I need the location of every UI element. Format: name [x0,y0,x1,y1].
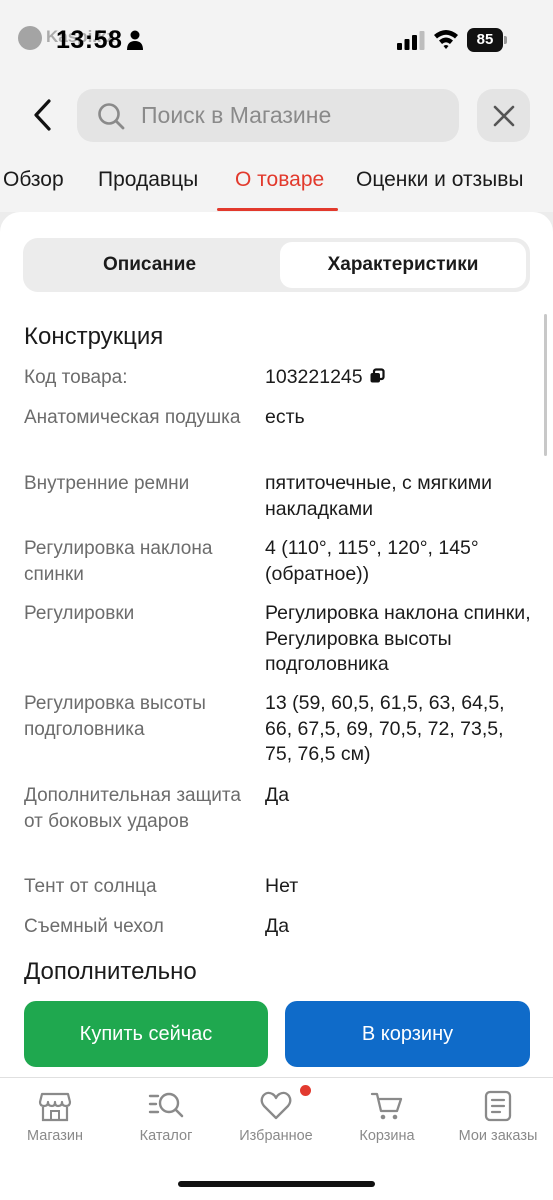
spec-key: Съемный чехол [24,916,164,937]
person-icon [127,30,143,50]
nav-cart[interactable]: Корзина [332,1090,442,1144]
segmented-control: Описание Характеристики [23,238,530,292]
close-search-button[interactable] [477,89,530,142]
spec-key: Регулировка наклона спинки [24,538,213,585]
status-bar: Kaspi.kz 13:58 85 [0,0,553,80]
back-icon [34,99,51,131]
heart-icon [260,1091,292,1120]
section-title-construction: Конструкция [24,323,164,350]
nav-label: Избранное [239,1128,313,1144]
wifi-icon [434,30,458,49]
add-to-cart-button[interactable]: В корзину [285,1001,530,1067]
spec-key: Регулировки [24,603,135,624]
product-tabs: Обзор Продавцы О товаре Оценки и отзывы [0,150,553,212]
back-button[interactable] [20,92,64,138]
orders-icon [484,1090,512,1122]
spec-key: Внутренние ремни [24,473,190,494]
close-icon [493,105,514,126]
shop-icon [38,1092,72,1122]
spec-value: Да [265,915,290,937]
search-bar[interactable] [77,89,459,142]
product-details-card: Описание Характеристики Конструкция Код … [0,212,553,1082]
catalog-icon [148,1092,184,1118]
favorites-badge [300,1085,311,1096]
home-indicator [178,1181,375,1187]
tab-reviews[interactable]: Оценки и отзывы [356,168,524,192]
active-tab-indicator [217,208,338,211]
product-code: 103221245 [265,366,363,388]
segment-specs[interactable]: Характеристики [280,242,526,288]
spec-key: Регулировка высоты подголовника [24,693,206,740]
nav-shop[interactable]: Магазин [0,1090,110,1144]
spec-value: 4 (110°, 115°, 120°, 145° (обратное)) [265,537,479,585]
segment-description[interactable]: Описание [23,238,276,292]
scrollbar[interactable] [544,314,547,456]
nav-favorites[interactable]: Избранное [221,1090,331,1144]
section-title-additional: Дополнительно [24,958,197,985]
nav-label: Магазин [27,1128,83,1144]
nav-label: Мои заказы [458,1128,538,1144]
battery-icon: 85 [467,28,507,52]
search-input[interactable] [141,89,441,142]
spec-value: есть [265,406,305,428]
copy-icon[interactable] [369,368,385,384]
tab-about-product[interactable]: О товаре [235,168,324,192]
tab-overview[interactable]: Обзор [3,168,64,192]
nav-orders[interactable]: Мои заказы [443,1090,553,1144]
spec-value: Нет [265,875,299,897]
cart-icon [370,1092,403,1120]
spec-value: пятиточечные, с мягкими накладками [265,472,493,520]
kaspi-logo-icon [18,26,42,50]
spec-key: Код товара: [24,367,128,388]
spec-key: Анатомическая подушка [24,407,241,428]
nav-catalog[interactable]: Каталог [111,1090,221,1144]
spec-value: Регулировка наклона спинки, Регулировка … [265,602,531,675]
nav-label: Корзина [359,1128,415,1144]
nav-label: Каталог [139,1128,193,1144]
tab-sellers[interactable]: Продавцы [98,168,198,192]
spec-value-with-copy: 103221245 [265,365,535,391]
buy-now-button[interactable]: Купить сейчас [24,1001,268,1067]
battery-level: 85 [467,28,503,52]
top-bar [0,80,553,150]
spec-key: Дополнительная защита от боковых ударов [24,785,241,832]
search-icon [98,103,125,130]
spec-value: 13 (59, 60,5, 61,5, 63, 64,5, 66, 67,5, … [265,692,505,765]
signal-icon [397,31,425,50]
status-time: 13:58 [56,26,123,54]
spec-key: Тент от солнца [24,876,157,897]
spec-value: Да [265,784,290,806]
